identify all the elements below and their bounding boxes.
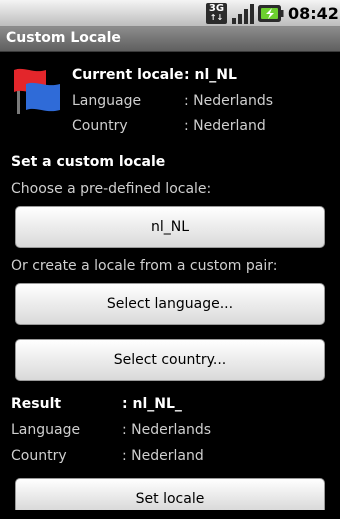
app-title: Custom Locale xyxy=(6,30,121,46)
clock: 08:42 xyxy=(288,4,339,23)
predefined-locale-prompt: Choose a pre-defined locale: xyxy=(11,181,212,197)
result-country-value: : Nederland xyxy=(122,448,204,464)
result-heading: Result xyxy=(11,396,62,412)
current-language-label: Language xyxy=(72,93,142,109)
current-locale-heading: Current locale xyxy=(72,67,184,83)
result-value: : nl_NL_ xyxy=(122,396,182,412)
result-country-label: Country xyxy=(11,448,67,464)
battery-charging-icon xyxy=(258,5,284,22)
result-language-label: Language xyxy=(11,422,81,438)
current-locale-value: : nl_NL xyxy=(184,67,237,83)
current-country-label: Country xyxy=(72,118,128,134)
status-bar: 3G ↑↓ 08:42 xyxy=(0,0,340,27)
result-language-value: : Nederlands xyxy=(122,422,212,438)
select-country-button[interactable]: Select country... xyxy=(15,339,325,381)
network-3g-icon: 3G ↑↓ xyxy=(206,3,227,24)
signal-strength-icon xyxy=(232,4,254,24)
flag-icon xyxy=(14,68,60,114)
predefined-locale-button[interactable]: nl_NL xyxy=(15,206,325,248)
custom-pair-prompt: Or create a locale from a custom pair: xyxy=(11,258,278,274)
title-bar: Custom Locale xyxy=(0,27,340,52)
current-language-value: : Nederlands xyxy=(184,93,274,109)
custom-locale-heading: Set a custom locale xyxy=(11,154,166,170)
current-country-value: : Nederland xyxy=(184,118,266,134)
select-language-button[interactable]: Select language... xyxy=(15,283,325,325)
set-locale-button[interactable]: Set locale xyxy=(15,478,325,510)
